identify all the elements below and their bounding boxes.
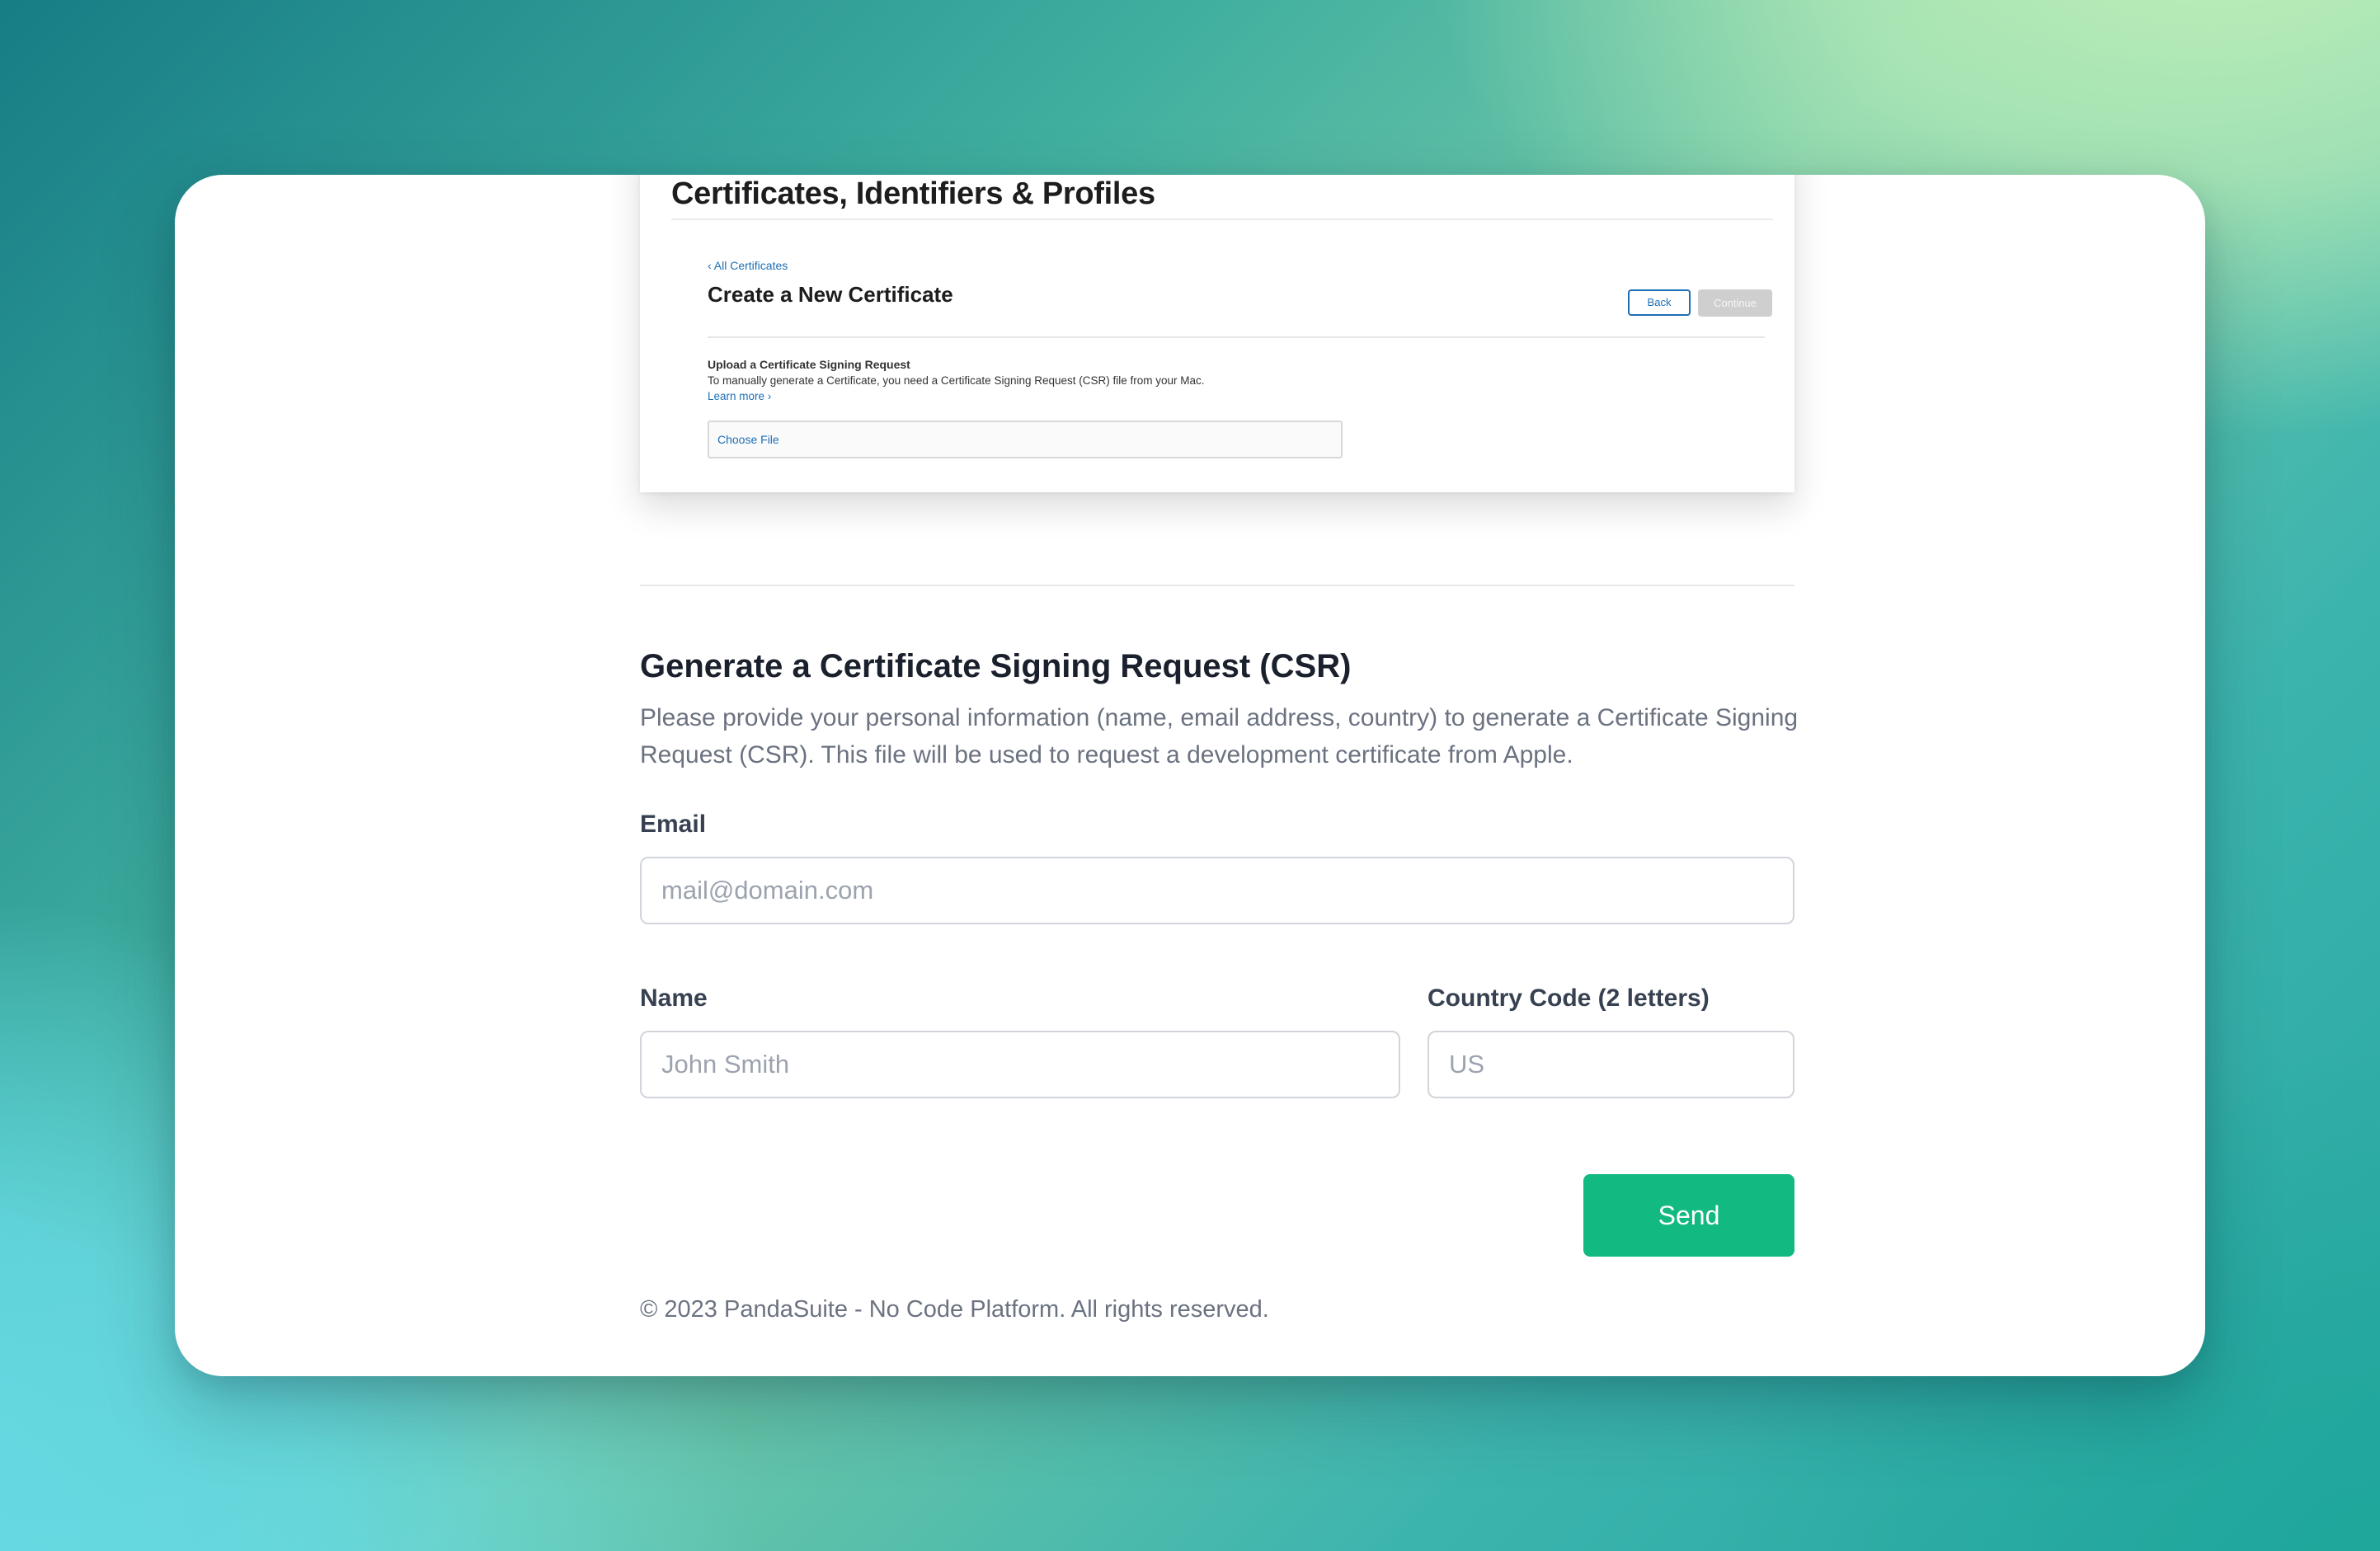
preview-continue-button: Continue bbox=[1698, 289, 1772, 317]
preview-upload-title: Upload a Certificate Signing Request bbox=[708, 358, 910, 371]
form-title: Generate a Certificate Signing Request (… bbox=[640, 648, 1352, 684]
preview-divider bbox=[708, 336, 1765, 338]
send-button[interactable]: Send bbox=[1583, 1174, 1794, 1257]
certificate-preview-image: Certificates, Identifiers & Profiles ‹ A… bbox=[640, 175, 1794, 492]
name-input[interactable] bbox=[640, 1031, 1400, 1098]
preview-back-button: Back bbox=[1628, 289, 1691, 316]
email-input[interactable] bbox=[640, 857, 1794, 924]
form-description: Please provide your personal information… bbox=[640, 704, 1799, 768]
section-divider bbox=[640, 585, 1794, 586]
preview-divider bbox=[671, 219, 1773, 220]
footer-copyright: © 2023 PandaSuite - No Code Platform. Al… bbox=[640, 1296, 1269, 1323]
preview-page-title: Certificates, Identifiers & Profiles bbox=[671, 176, 1155, 211]
email-label: Email bbox=[640, 811, 707, 838]
country-code-label: Country Code (2 letters) bbox=[1428, 985, 1710, 1012]
preview-heading: Create a New Certificate bbox=[708, 282, 953, 307]
preview-choose-file: Choose File bbox=[708, 421, 1343, 458]
main-card: Certificates, Identifiers & Profiles ‹ A… bbox=[175, 175, 2205, 1376]
preview-breadcrumb: ‹ All Certificates bbox=[708, 259, 788, 272]
preview-upload-description: To manually generate a Certificate, you … bbox=[708, 374, 1205, 387]
name-label: Name bbox=[640, 985, 708, 1012]
preview-learn-more-link: Learn more › bbox=[708, 390, 772, 402]
country-code-input[interactable] bbox=[1428, 1031, 1794, 1098]
